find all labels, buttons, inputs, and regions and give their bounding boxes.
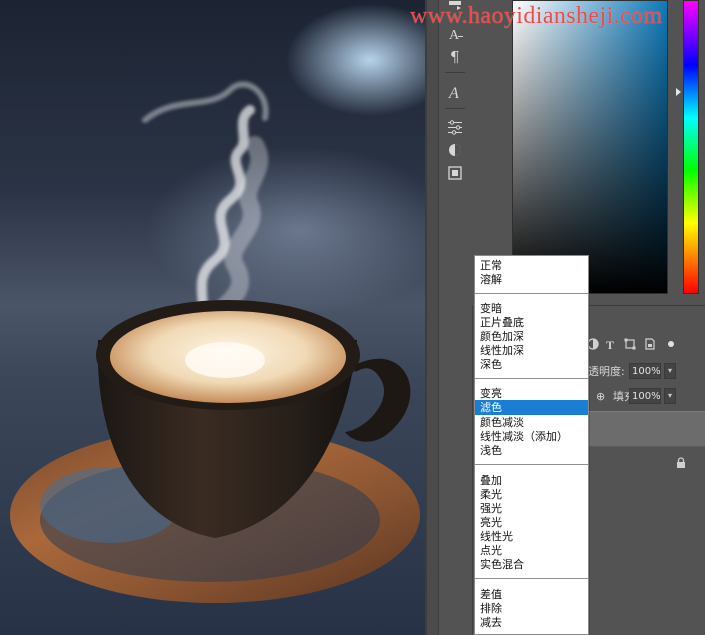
fill-field[interactable]: 100% [629, 388, 661, 404]
styles-icon[interactable] [446, 141, 464, 159]
blend-mode-darken[interactable]: 变暗 [475, 301, 588, 316]
blend-mode-pin-light[interactable]: 点光 [475, 543, 588, 558]
shape-filter-icon[interactable] [623, 337, 637, 351]
menu-separator [475, 378, 588, 379]
opacity-row: 透明度: 100% ▾ [588, 361, 705, 383]
blend-mode-color-dodge[interactable]: 颜色减淡 [475, 415, 588, 430]
panel-gutter [427, 0, 438, 635]
coffee-cup-illustration [10, 81, 420, 603]
filter-toggle-icon[interactable] [664, 337, 678, 351]
fill-lock-icon[interactable]: ⊕ [596, 386, 605, 408]
blend-mode-vivid-light[interactable]: 亮光 [475, 515, 588, 530]
collapsed-panels-strip: A ¶ A [438, 0, 473, 635]
opacity-label: 透明度: [588, 365, 625, 378]
blend-mode-soft-light[interactable]: 柔光 [475, 487, 588, 502]
hue-slider[interactable] [683, 0, 699, 294]
blend-mode-linear-burn[interactable]: 线性加深 [475, 343, 588, 358]
lock-icon [674, 456, 688, 470]
color-field[interactable] [512, 0, 668, 294]
adjustments-icon[interactable] [446, 118, 464, 136]
opacity-field[interactable]: 100% [629, 363, 661, 379]
menu-separator [475, 578, 588, 579]
svg-text:A: A [449, 28, 460, 43]
layers-panel: T 透明度: 100% ▾ ⊕ 填充: 100% ▾ [587, 305, 705, 635]
steam-wisps [142, 81, 269, 335]
tool-separator [445, 72, 465, 73]
blend-mode-normal[interactable]: 正常 [475, 258, 588, 273]
document-canvas[interactable] [0, 0, 425, 635]
svg-text:T: T [606, 338, 614, 351]
glyphs-icon[interactable]: A [446, 83, 464, 102]
blend-mode-color-burn[interactable]: 颜色加深 [475, 329, 588, 344]
menu-separator [475, 293, 588, 294]
layer-row-selected[interactable] [588, 411, 705, 447]
blend-mode-linear-light[interactable]: 线性光 [475, 529, 588, 544]
blend-mode-lighten[interactable]: 变亮 [475, 386, 588, 401]
blend-mode-linear-dodge[interactable]: 线性减淡（添加） [475, 429, 588, 444]
blend-mode-hard-light[interactable]: 强光 [475, 501, 588, 516]
smart-object-filter-icon[interactable] [643, 337, 657, 351]
character-panel-icon[interactable] [446, 0, 464, 16]
blend-mode-exclusion[interactable]: 排除 [475, 601, 588, 616]
fill-row: ⊕ 填充: 100% ▾ [588, 386, 705, 408]
menu-separator [475, 464, 588, 465]
type-tool-icon[interactable]: A [446, 25, 464, 43]
blend-mode-hard-mix[interactable]: 实色混合 [475, 557, 588, 572]
opacity-dropdown-icon[interactable]: ▾ [664, 363, 676, 379]
photoshop-workspace: A ¶ A T 透明度: 100% ▾ ⊕ 填充: 100% ▾ 正常 溶解 变… [0, 0, 705, 635]
tool-separator [445, 108, 465, 109]
blend-mode-overlay[interactable]: 叠加 [475, 473, 588, 488]
paragraph-icon[interactable]: ¶ [446, 47, 464, 66]
blend-mode-screen[interactable]: 滤色 [475, 400, 588, 415]
hue-slider-marker[interactable] [676, 88, 681, 96]
blend-mode-difference[interactable]: 差值 [475, 587, 588, 602]
blend-mode-multiply[interactable]: 正片叠底 [475, 315, 588, 330]
blend-mode-dropdown[interactable]: 正常 溶解 变暗 正片叠底 颜色加深 线性加深 深色 变亮 滤色 颜色减淡 线性… [474, 255, 589, 635]
svg-text:A: A [448, 85, 459, 101]
type-filter-icon[interactable]: T [604, 337, 618, 352]
blend-mode-subtract[interactable]: 减去 [475, 615, 588, 630]
history-icon[interactable] [446, 164, 464, 182]
blend-mode-lighter-color[interactable]: 浅色 [475, 443, 588, 458]
layer-filter-toolbar: T [587, 332, 705, 356]
blend-mode-darker-color[interactable]: 深色 [475, 357, 588, 372]
fill-dropdown-icon[interactable]: ▾ [664, 388, 676, 404]
blend-mode-dissolve[interactable]: 溶解 [475, 272, 588, 287]
svg-text:¶: ¶ [450, 48, 460, 65]
